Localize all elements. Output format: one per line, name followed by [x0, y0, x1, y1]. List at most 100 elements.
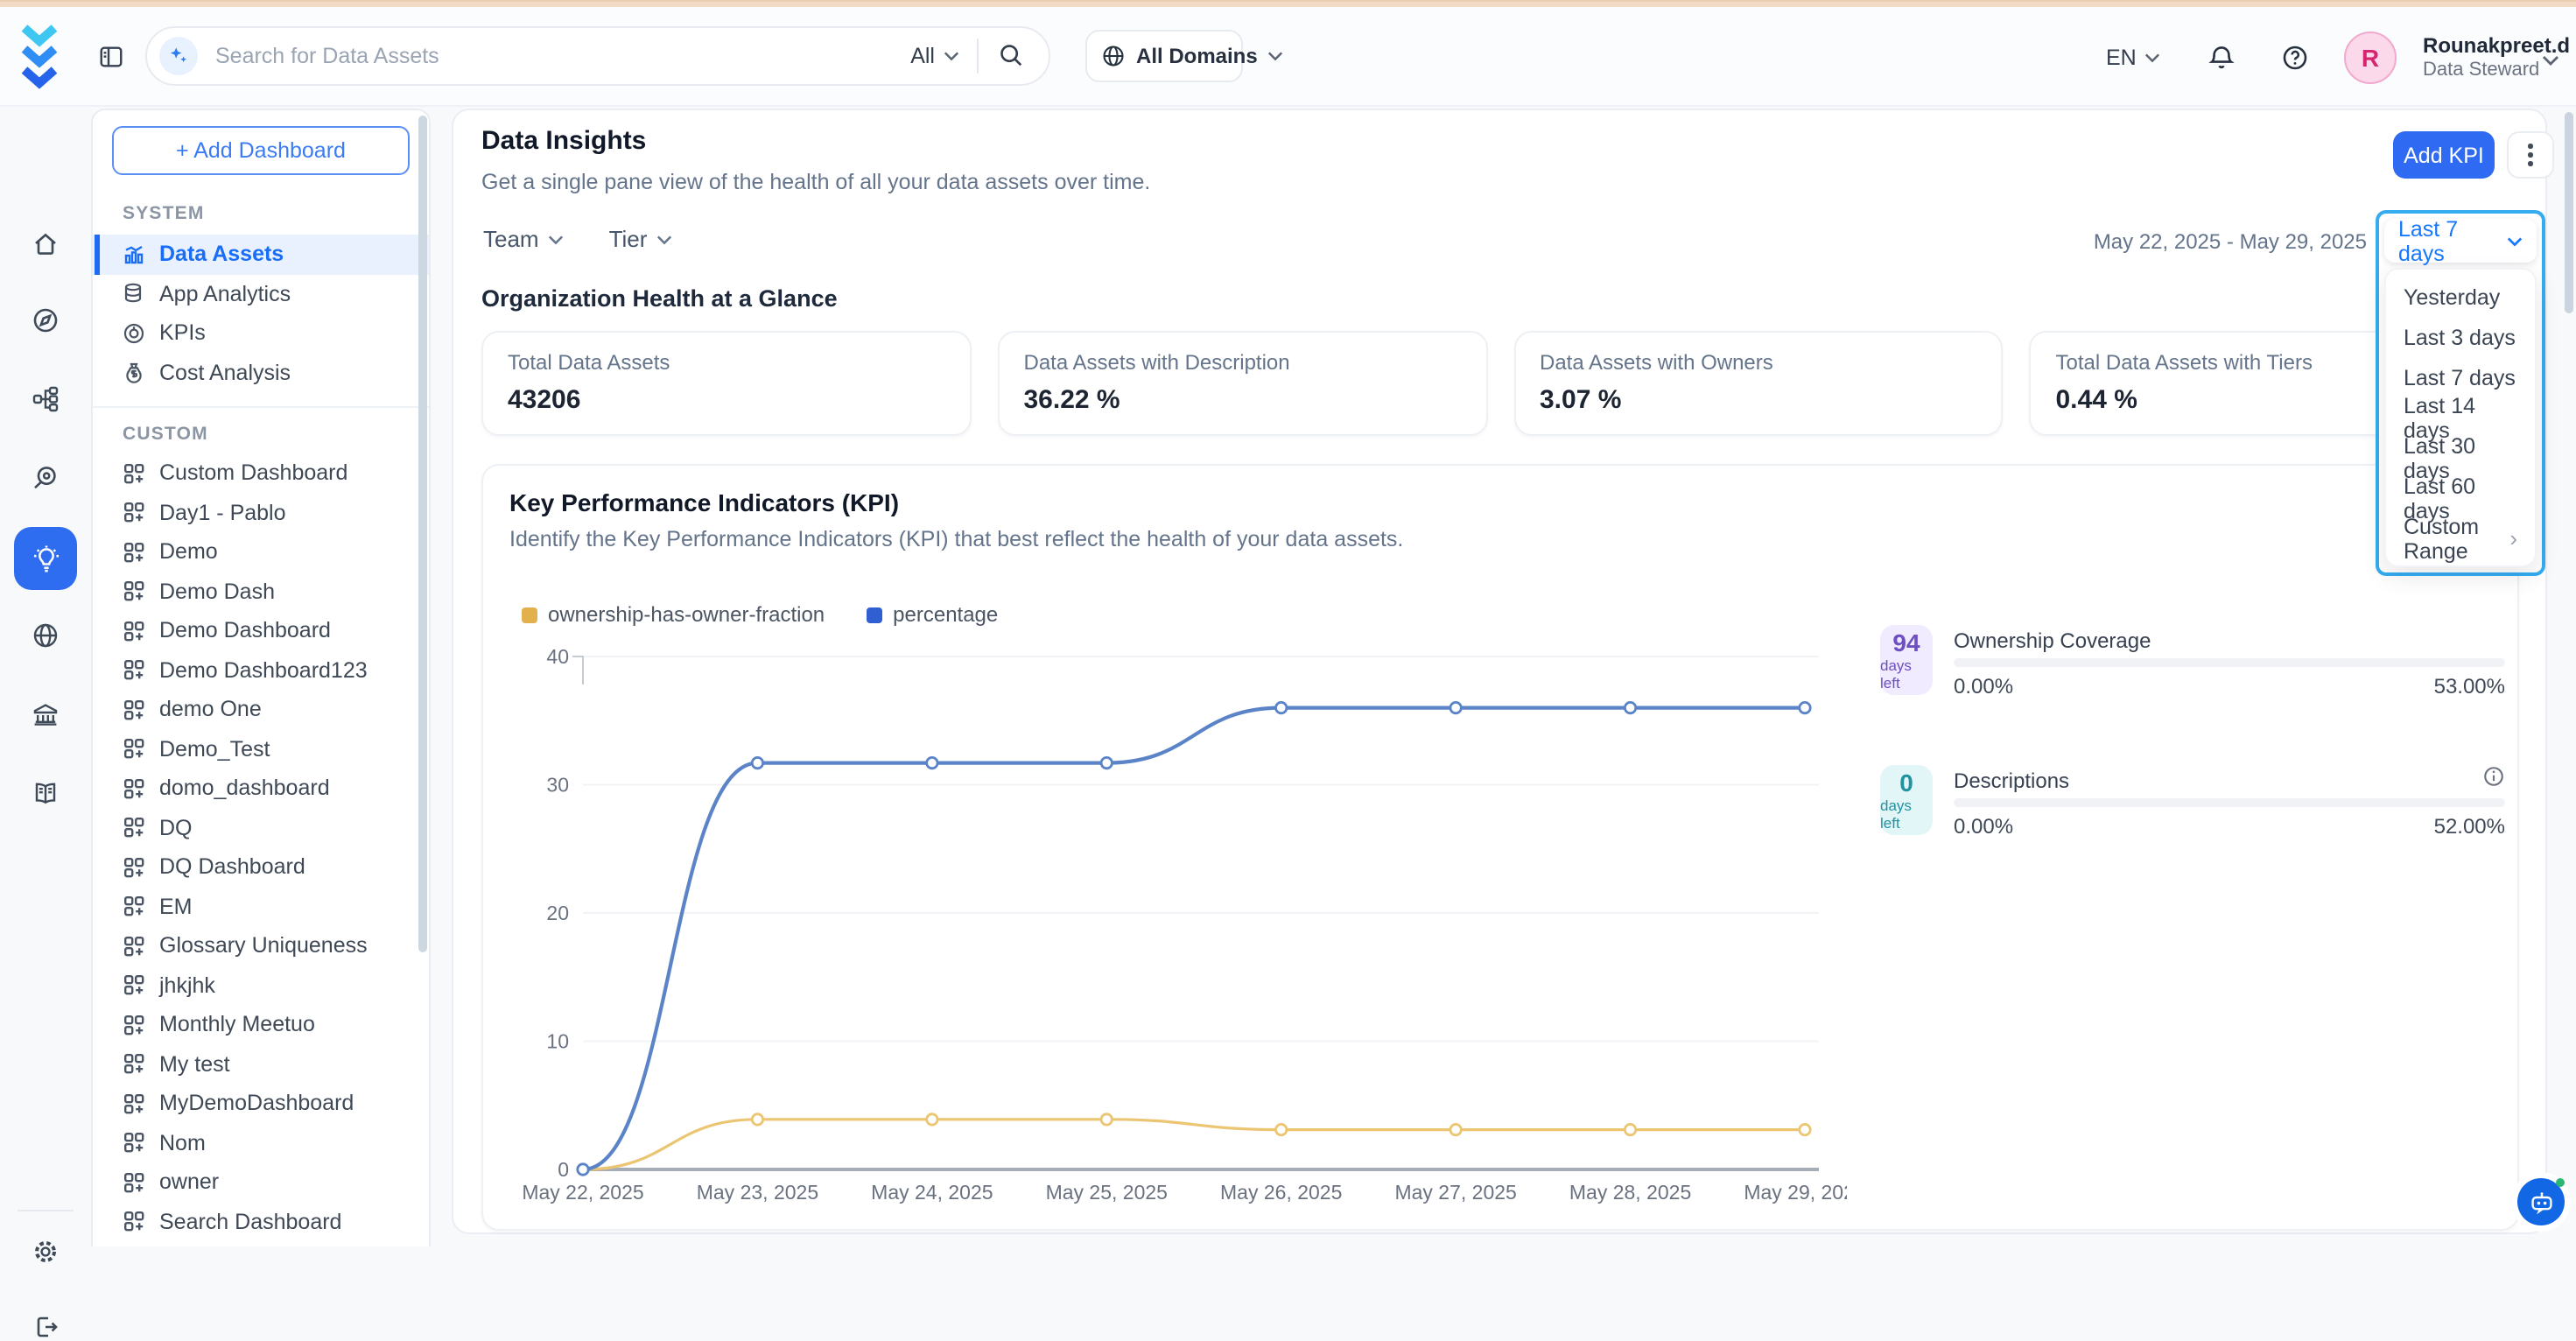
dashboard-grid-plus-icon: [123, 1211, 145, 1233]
dashboard-grid-plus-icon: [123, 1092, 145, 1115]
range-select-button[interactable]: Last 7 days: [2384, 219, 2537, 263]
stat-value: 3.07 %: [1540, 385, 1977, 415]
ai-sparkle-icon[interactable]: [159, 36, 198, 74]
language-selector[interactable]: EN: [2106, 45, 2161, 69]
search-input[interactable]: Search for Data Assets: [215, 43, 893, 67]
page-subtitle: Get a single pane view of the health of …: [481, 170, 1150, 194]
range-option[interactable]: Last 60 days: [2386, 478, 2535, 518]
sidebar-item-custom-dashboard[interactable]: Nom: [93, 1123, 429, 1162]
domains-dropdown[interactable]: All Domains: [1085, 29, 1243, 81]
dashboard-grid-plus-icon: [123, 974, 145, 997]
user-avatar[interactable]: R: [2344, 31, 2397, 83]
svg-text:May 25, 2025: May 25, 2025: [1046, 1181, 1168, 1204]
dashboard-grid-plus-icon: [123, 1014, 145, 1036]
settings-gear-icon[interactable]: [32, 1238, 60, 1266]
sidebar-item-custom-dashboard[interactable]: jhkjhk: [93, 965, 429, 1005]
global-search: Search for Data Assets All: [145, 25, 1050, 85]
dashboard-grid-plus-icon: [123, 1053, 145, 1076]
user-role: Data Steward: [2423, 59, 2539, 80]
add-dashboard-button[interactable]: + Add Dashboard: [112, 126, 410, 175]
range-option[interactable]: Last 3 days: [2386, 317, 2535, 357]
sidebar-item-custom-dashboard[interactable]: Search Dashboard: [93, 1202, 429, 1241]
range-option[interactable]: Custom Range ›: [2386, 518, 2535, 558]
search-scope-dropdown[interactable]: All: [893, 43, 977, 67]
dashboards-sidebar: + Add Dashboard SYSTEM Data Assets App A…: [91, 109, 431, 1246]
bar-chart-icon: [123, 243, 145, 266]
user-menu-chevron-icon[interactable]: [2542, 53, 2559, 66]
dashboard-grid-plus-icon: [123, 659, 145, 682]
govern-bank-icon[interactable]: [32, 700, 60, 728]
app-logo[interactable]: [19, 22, 60, 92]
sidebar-item-custom-dashboard[interactable]: Demo Dashboard123: [93, 650, 429, 690]
insights-active-item[interactable]: [14, 527, 77, 590]
notifications-bell-icon[interactable]: [2207, 43, 2236, 71]
kpi-target: 53.00%: [2434, 674, 2505, 699]
sidebar-item-custom-dashboard[interactable]: DQ Dashboard: [93, 847, 429, 887]
logout-icon[interactable]: [32, 1313, 60, 1341]
sidebar-scrollbar[interactable]: [418, 116, 427, 952]
team-filter[interactable]: Team: [483, 226, 564, 252]
stat-card: Total Data Assets 43206: [481, 331, 972, 436]
svg-text:May 26, 2025: May 26, 2025: [1220, 1181, 1342, 1204]
sidebar-item-custom-dashboard[interactable]: Glossary Uniqueness: [93, 926, 429, 965]
dashboard-grid-plus-icon: [123, 580, 145, 603]
sidebar-item-custom-dashboard[interactable]: Custom Dashboard: [93, 453, 429, 493]
kpi-name: Descriptions: [1954, 769, 2505, 793]
more-options-kebab-icon[interactable]: [2507, 131, 2554, 179]
dashboard-grid-plus-icon: [123, 777, 145, 800]
database-icon: [123, 283, 145, 305]
tier-filter[interactable]: Tier: [609, 226, 672, 252]
sidebar-item-custom-dashboard[interactable]: Demo Dashboard: [93, 611, 429, 650]
sidebar-item-data-assets[interactable]: Data Assets: [93, 235, 429, 274]
sidebar-item-cost-analysis[interactable]: Cost Analysis: [93, 353, 429, 392]
legend-swatch: [522, 607, 537, 622]
date-range-label: May 22, 2025 - May 29, 2025: [2013, 229, 2367, 254]
sidebar-item-custom-dashboard[interactable]: Monthly Meetuo: [93, 1005, 429, 1044]
nav-rail: [0, 105, 91, 1246]
svg-text:10: 10: [546, 1030, 569, 1053]
lineage-sitemap-icon[interactable]: [32, 385, 60, 413]
sidebar-item-custom-dashboard[interactable]: Day1 - Pablo: [93, 493, 429, 532]
page-scrollbar[interactable]: [2564, 112, 2573, 313]
stats-row: Total Data Assets 43206 Data Assets with…: [481, 331, 2519, 436]
add-kpi-button[interactable]: Add KPI: [2393, 131, 2495, 179]
stat-label: Data Assets with Owners: [1540, 350, 1977, 375]
range-option[interactable]: Yesterday: [2386, 277, 2535, 317]
sidebar-item-custom-dashboard[interactable]: Demo Dash: [93, 572, 429, 611]
domains-globe-icon[interactable]: [32, 621, 60, 649]
sidebar-item-app-analytics[interactable]: App Analytics: [93, 274, 429, 313]
svg-text:40: 40: [546, 645, 569, 668]
range-option[interactable]: Last 7 days: [2386, 357, 2535, 397]
sidebar-item-custom-dashboard[interactable]: DQ: [93, 808, 429, 847]
help-icon[interactable]: [2281, 43, 2309, 71]
glossary-book-icon[interactable]: [32, 779, 60, 807]
sidebar-item-custom-dashboard[interactable]: MyDemoDashboard: [93, 1084, 429, 1123]
sidebar-toggle-icon[interactable]: [98, 43, 124, 69]
sidebar-item-custom-dashboard[interactable]: Demo: [93, 532, 429, 572]
range-option[interactable]: Last 14 days: [2386, 397, 2535, 438]
sidebar-item-custom-dashboard[interactable]: domo_dashboard: [93, 769, 429, 808]
info-icon[interactable]: [2482, 765, 2505, 788]
legend-item-percentage[interactable]: percentage: [867, 602, 998, 627]
sidebar-item-custom-dashboard[interactable]: demo One: [93, 690, 429, 729]
submenu-chevron-icon: ›: [2509, 525, 2517, 551]
sidebar-item-custom-dashboard[interactable]: Demo_Test: [93, 729, 429, 769]
money-bag-icon: [123, 362, 145, 384]
sidebar-item-custom-dashboard[interactable]: EM: [93, 887, 429, 926]
search-icon[interactable]: [979, 42, 1049, 68]
legend-item-ownership[interactable]: ownership-has-owner-fraction: [522, 602, 825, 627]
insights-lightbulb-icon: [31, 544, 60, 573]
dashboard-grid-plus-icon: [123, 1132, 145, 1155]
chart-legend: ownership-has-owner-fraction percentage: [522, 602, 998, 627]
app: Search for Data Assets All All Domains E…: [0, 0, 2576, 1246]
explore-compass-icon[interactable]: [32, 306, 60, 334]
range-option[interactable]: Last 30 days: [2386, 438, 2535, 478]
observability-search-icon[interactable]: [32, 464, 60, 492]
sidebar-item-custom-dashboard[interactable]: owner: [93, 1162, 429, 1202]
svg-text:May 28, 2025: May 28, 2025: [1569, 1181, 1691, 1204]
sidebar-item-custom-dashboard[interactable]: My test: [93, 1044, 429, 1084]
sidebar-item-kpis[interactable]: KPIs: [93, 313, 429, 353]
dashboard-grid-plus-icon: [123, 699, 145, 721]
home-icon[interactable]: [32, 229, 60, 257]
dashboard-grid-plus-icon: [123, 541, 145, 564]
